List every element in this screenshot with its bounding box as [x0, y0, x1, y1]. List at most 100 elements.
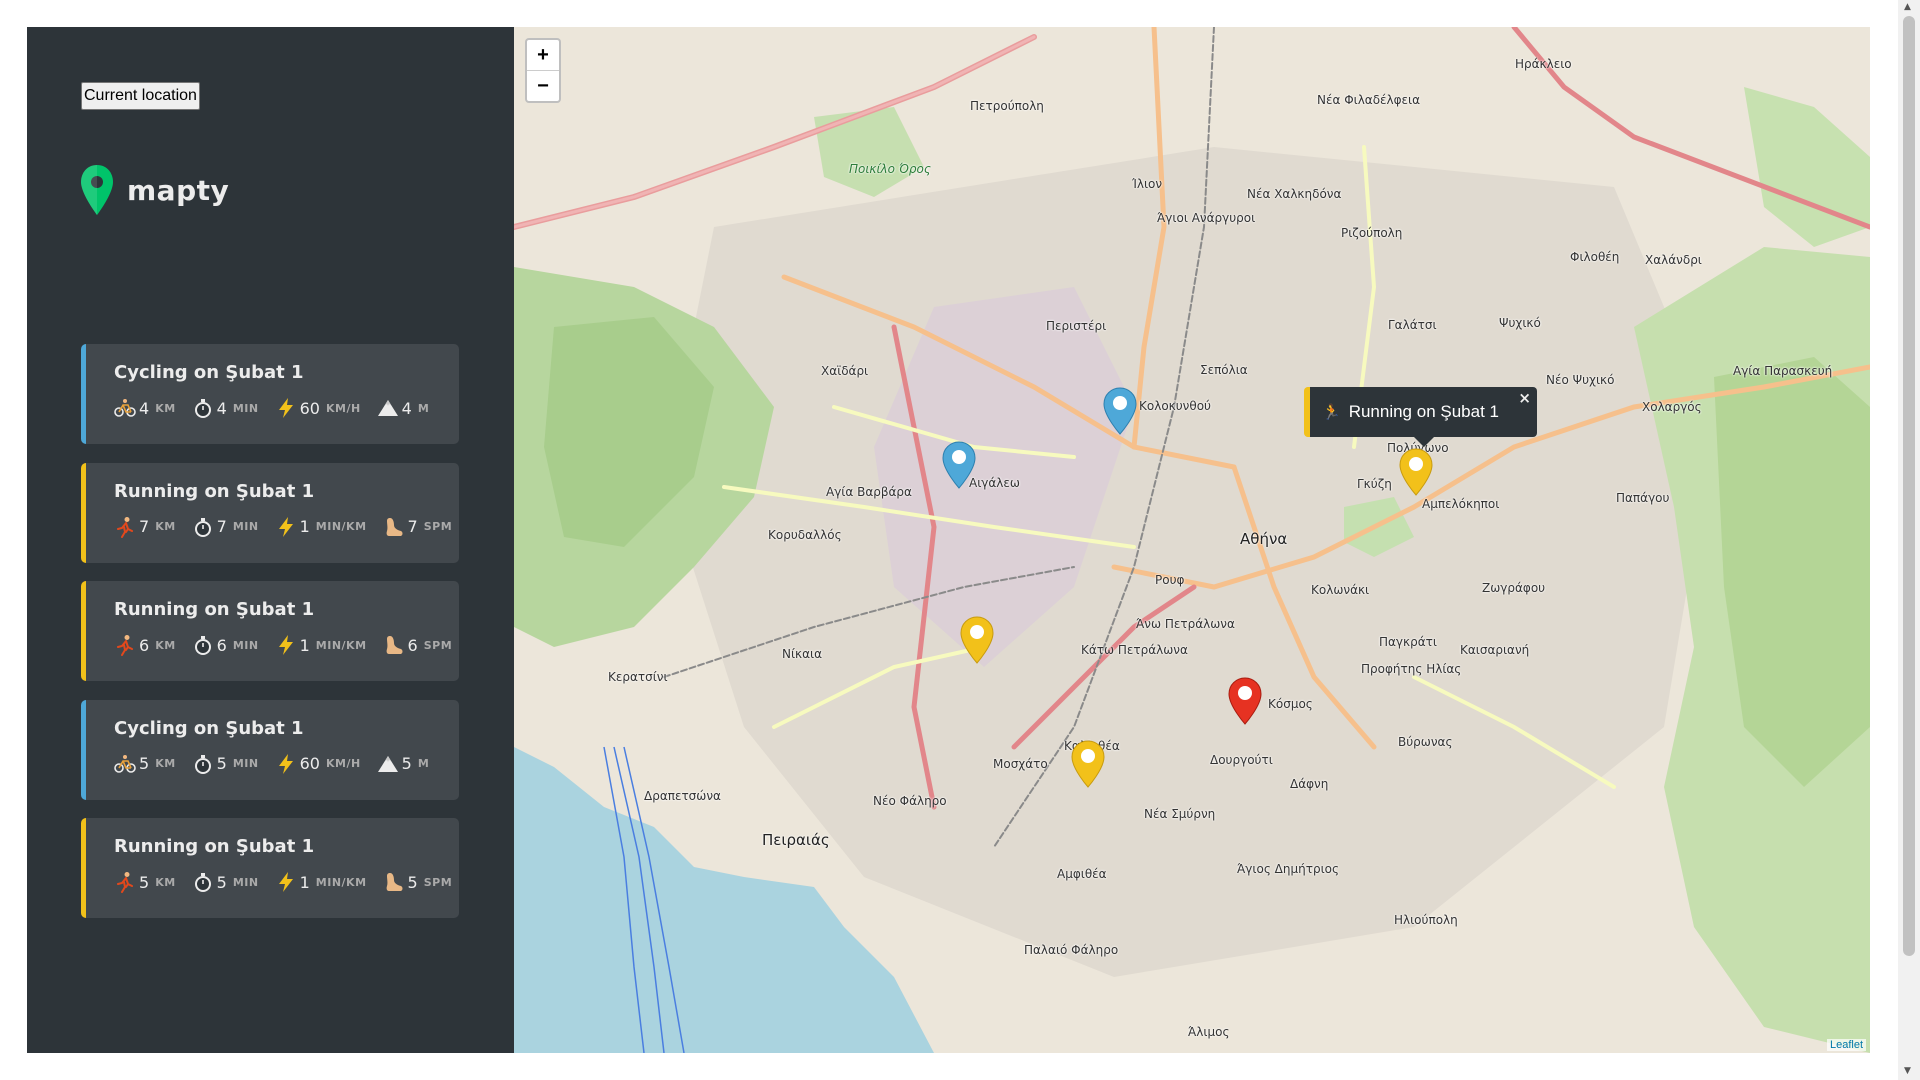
map-label-moschato: Μοσχάτο	[993, 757, 1048, 771]
workout-title: Cycling on Şubat 1	[114, 362, 304, 383]
workout-card-cycling[interactable]: Cycling on Şubat 1 4 KM 4 MIN 60 KM/H 4 M	[81, 344, 459, 444]
map-label-peiraias: Πειραιάς	[762, 831, 830, 849]
map-label-chalandri: Χαλάνδρι	[1645, 253, 1702, 267]
workout-detail-unit: KM	[155, 520, 176, 533]
workout-detail: 5 KM	[114, 753, 176, 775]
workout-detail-value: 7	[407, 517, 418, 536]
map-label-poikilo-oros: Ποικίλο Όρος	[849, 162, 931, 176]
map-label-aigaleo: Αιγάλεω	[969, 476, 1020, 490]
workout-detail-value: 60	[299, 754, 320, 773]
workout-detail-value: 4	[216, 398, 227, 418]
workout-card-cycling[interactable]: Cycling on Şubat 1 5 KM 5 MIN 60 KM/H 5 M	[81, 699, 459, 800]
workout-detail-unit: KM	[155, 757, 176, 770]
map-label-cholargos: Χολαργός	[1642, 400, 1702, 414]
workout-title: Running on Şubat 1	[114, 599, 315, 620]
zoom-out-button[interactable]: −	[527, 70, 559, 101]
map-label-kato-petralona: Κάτω Πετράλωνα	[1081, 643, 1188, 657]
stopwatch-icon	[192, 634, 214, 656]
workout-title: Running on Şubat 1	[114, 836, 315, 857]
map-label-agia-varvara: Αγία Βαρβάρα	[826, 485, 912, 499]
workout-card-running[interactable]: Running on Şubat 1 5 KM 5 MIN 1 MIN/KM 5 SPM	[81, 818, 459, 918]
running-marker[interactable]	[1071, 740, 1105, 788]
running-marker[interactable]	[1399, 448, 1433, 496]
map-pin-logo-icon	[81, 165, 113, 215]
lightning-icon	[275, 516, 297, 538]
workout-detail: 1 MIN/KM	[275, 516, 367, 538]
map-label-neo-psychiko: Νέο Ψυχικό	[1546, 373, 1615, 387]
map[interactable]: Αθήνα Πειραιάς Καλλιθέα Νέα Σμύρνη Περισ…	[514, 27, 1870, 1053]
running-marker[interactable]	[960, 616, 994, 664]
map-label-zografou: Ζωγράφου	[1482, 581, 1546, 595]
map-label-chaidari: Χαϊδάρι	[821, 364, 869, 378]
workout-detail: 60 KM/H	[275, 753, 361, 775]
workout-detail-value: 1	[299, 635, 310, 655]
workout-detail: 5 MIN	[192, 871, 259, 893]
scroll-up-arrow-icon[interactable]: ▲	[1904, 2, 1911, 12]
popup-text: Running on Şubat 1	[1348, 402, 1499, 421]
map-label-pagkrati: Παγκράτι	[1379, 635, 1437, 649]
workout-detail: 5 MIN	[192, 753, 259, 775]
current-location-button[interactable]: Current location	[81, 82, 200, 110]
workout-detail: 7 SPM	[383, 516, 453, 538]
workout-detail-value: 5	[139, 754, 150, 773]
workout-title: Cycling on Şubat 1	[114, 717, 304, 739]
mountain-icon	[377, 397, 399, 419]
map-label-psychiko: Ψυχικό	[1499, 316, 1541, 330]
sidebar: Current location mapty Cycling on Şubat …	[27, 27, 514, 1053]
zoom-in-button[interactable]: +	[527, 40, 559, 70]
workout-detail-unit: SPM	[423, 520, 453, 533]
current-location-marker[interactable]	[1228, 677, 1262, 725]
workout-list: Cycling on Şubat 1 4 KM 4 MIN 60 KM/H 4 M Running…	[81, 344, 459, 937]
scroll-down-arrow-icon[interactable]: ▼	[1904, 1066, 1911, 1076]
workout-detail-value: 5	[139, 872, 150, 892]
map-label-galatsi: Γαλάτσι	[1388, 318, 1437, 332]
bicycle-icon	[114, 397, 136, 419]
cycling-marker[interactable]	[942, 441, 976, 489]
workout-detail-unit: MIN	[232, 638, 259, 652]
map-label-kosmos: Κόσμος	[1268, 697, 1313, 711]
map-label-dafni: Δάφνη	[1290, 777, 1329, 791]
workout-popup[interactable]: 🏃 Running on Şubat 1 ×	[1304, 387, 1537, 447]
stopwatch-icon	[192, 516, 214, 538]
map-label-kolokynthou: Κολοκυνθού	[1139, 399, 1211, 413]
lightning-icon	[275, 634, 297, 656]
map-label-neo-faliro: Νέο Φάληρο	[873, 794, 947, 808]
workout-card-running[interactable]: Running on Şubat 1 7 KM 7 MIN 1 MIN/KM 7 SPM	[81, 462, 459, 563]
stopwatch-icon	[192, 871, 214, 893]
workout-detail-unit: MIN/KM	[315, 875, 367, 889]
workout-detail-value: 5	[216, 754, 227, 773]
workout-detail: 6 SPM	[383, 634, 453, 656]
cycling-marker[interactable]	[1103, 387, 1137, 435]
map-label-kaisariani: Καισαριανή	[1460, 643, 1530, 657]
workout-details: 5 KM 5 MIN 1 MIN/KM 5 SPM	[114, 871, 459, 893]
mountain-icon	[377, 753, 399, 775]
footprint-icon	[383, 516, 405, 538]
page-scrollbar[interactable]: ▲ ▼	[1898, 0, 1920, 1080]
workout-detail-value: 1	[299, 517, 310, 536]
scroll-thumb[interactable]	[1903, 16, 1915, 956]
lightning-icon	[275, 871, 297, 893]
map-label-ilioupoli: Ηλιούπολη	[1394, 913, 1458, 927]
map-label-nea-chalkidona: Νέα Χαλκηδόνα	[1247, 187, 1342, 201]
popup-close-button[interactable]: ×	[1518, 389, 1531, 407]
lightning-icon	[275, 753, 297, 775]
footprint-icon	[383, 871, 405, 893]
workout-details: 7 KM 7 MIN 1 MIN/KM 7 SPM	[114, 516, 459, 538]
workout-detail-unit: MIN	[232, 520, 259, 533]
map-label-keratsini: Κερατσίνι	[608, 670, 668, 684]
leaflet-attribution-link[interactable]: Leaflet	[1826, 1039, 1866, 1051]
map-tiles	[514, 27, 1870, 1053]
app: Current location mapty Cycling on Şubat …	[27, 27, 1870, 1053]
runner-icon	[114, 516, 136, 538]
workout-detail-unit: KM	[155, 401, 176, 415]
map-label-kolonaki: Κολωνάκι	[1311, 583, 1370, 597]
workout-detail-value: 7	[139, 517, 150, 536]
map-label-filothei: Φιλοθέη	[1570, 250, 1620, 264]
workout-card-running[interactable]: Running on Şubat 1 6 KM 6 MIN 1 MIN/KM 6 SPM	[81, 581, 459, 681]
stopwatch-icon	[192, 753, 214, 775]
map-label-vyronas: Βύρωνας	[1398, 735, 1453, 749]
map-label-irakleio: Ηράκλειο	[1515, 57, 1572, 71]
workout-detail: 5 SPM	[383, 871, 453, 893]
workout-detail-unit: KM/H	[325, 401, 361, 415]
workout-detail: 1 MIN/KM	[275, 871, 367, 893]
